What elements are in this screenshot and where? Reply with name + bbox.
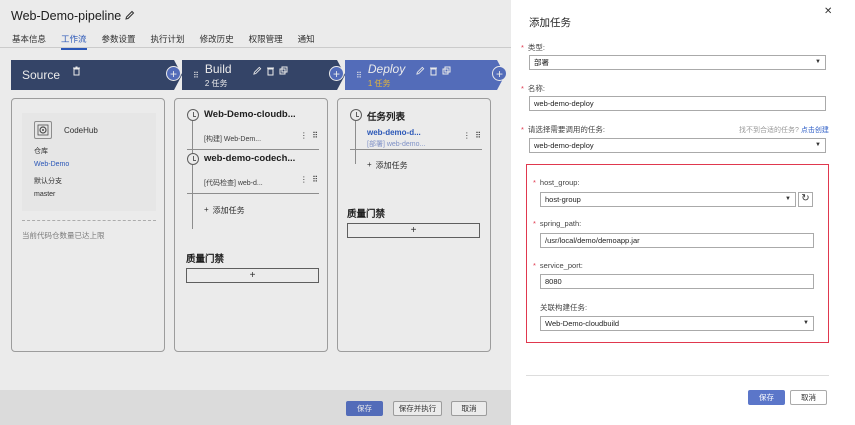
task-name[interactable]: web-demo-codech... bbox=[204, 153, 319, 164]
quality-gate-title-build: 质量门禁 bbox=[186, 254, 225, 265]
branch-label: 默认分支 bbox=[34, 178, 62, 185]
related-build-label: 关联构建任务: bbox=[540, 303, 588, 312]
drag-handle-icon[interactable]: ⠿ bbox=[356, 71, 362, 80]
stage-count-deploy: 1 任务 bbox=[367, 78, 391, 88]
name-label: * 名称: bbox=[521, 84, 546, 93]
save-button[interactable]: 保存 bbox=[346, 401, 383, 416]
bottom-action-bar: 保存 保存并执行 取消 bbox=[0, 390, 511, 425]
repo-value[interactable]: Web-Demo bbox=[34, 161, 69, 168]
task-list-title: 任务列表 bbox=[367, 112, 406, 123]
add-stage-button-1[interactable]: + bbox=[166, 66, 181, 81]
add-task-label: 添加任务 bbox=[375, 161, 408, 170]
chevron-down-icon: ▼ bbox=[803, 320, 809, 326]
chevron-down-icon: ▼ bbox=[815, 142, 821, 148]
drawer-cancel-button[interactable]: 取消 bbox=[790, 390, 827, 405]
plus-icon: + bbox=[204, 205, 209, 214]
add-quality-gate-button-deploy[interactable]: + bbox=[347, 223, 480, 238]
related-build-select[interactable]: Web-Demo-cloudbuild ▼ bbox=[540, 316, 814, 331]
stage-body-source: CodeHub 仓库 Web-Demo 默认分支 master 当前代码仓数量已… bbox=[11, 98, 165, 352]
drawer-save-button[interactable]: 保存 bbox=[748, 390, 785, 405]
clock-icon bbox=[187, 153, 199, 165]
chevron-down-icon: ▼ bbox=[815, 59, 821, 65]
add-task-button-deploy[interactable]: + 添加任务 bbox=[367, 160, 408, 171]
refresh-icon[interactable]: ↻ bbox=[798, 192, 813, 207]
clock-icon bbox=[350, 109, 362, 121]
copy-icon[interactable] bbox=[279, 66, 288, 78]
codehub-icon bbox=[34, 121, 52, 139]
delete-icon[interactable] bbox=[72, 66, 81, 78]
host-group-select[interactable]: host-group ▼ bbox=[540, 192, 796, 207]
deploy-task-subtitle: [部署] web-demo... bbox=[367, 141, 426, 148]
clock-icon bbox=[187, 109, 199, 121]
source-divider bbox=[22, 220, 156, 221]
chevron-down-icon: ▼ bbox=[785, 196, 791, 202]
codehub-card[interactable]: CodeHub 仓库 Web-Demo 默认分支 master bbox=[22, 113, 156, 211]
task-select[interactable]: web-demo-deploy ▼ bbox=[529, 138, 826, 153]
task-divider bbox=[187, 149, 319, 150]
service-port-label: * service_port: bbox=[533, 261, 583, 270]
stage-source-actions bbox=[72, 66, 81, 78]
task-divider bbox=[350, 149, 482, 150]
type-select[interactable]: 部署 ▼ bbox=[529, 55, 826, 70]
task-subtitle: [构建] Web-Dem... bbox=[204, 136, 262, 143]
stage-name-deploy: Deploy bbox=[367, 61, 406, 76]
delete-icon[interactable] bbox=[266, 66, 275, 78]
stage-header-source[interactable]: Source bbox=[11, 60, 174, 90]
stage-count-build: 2 任务 bbox=[204, 78, 228, 88]
task-subtitle: [代码检查] web-d... bbox=[204, 180, 263, 187]
add-stage-button-2[interactable]: + bbox=[329, 66, 344, 81]
service-port-input[interactable]: 8080 bbox=[540, 274, 814, 289]
edit-icon[interactable] bbox=[416, 66, 425, 78]
stage-body-deploy: 任务列表 web-demo-d... [部署] web-demo... ⋮ ⠿ … bbox=[337, 98, 491, 352]
task-divider bbox=[187, 193, 319, 194]
source-limit-note: 当前代码仓数量已达上限 bbox=[22, 231, 105, 240]
add-stage-button-3[interactable]: + bbox=[492, 66, 507, 81]
add-quality-gate-button-build[interactable]: + bbox=[186, 268, 319, 283]
deploy-flow-line bbox=[355, 119, 356, 164]
tab-divider bbox=[0, 47, 511, 48]
stage-name-build: Build bbox=[204, 61, 232, 76]
more-menu-icon[interactable]: ⋮ ⠿ bbox=[300, 131, 319, 140]
task-create-hint: 找不到合适的任务? 点击创建 bbox=[739, 127, 829, 134]
page-title: Web-Demo-pipeline bbox=[11, 9, 122, 23]
branch-value: master bbox=[34, 191, 56, 198]
plus-icon: + bbox=[367, 160, 372, 169]
codehub-name: CodeHub bbox=[64, 126, 98, 135]
edit-icon[interactable] bbox=[253, 66, 262, 78]
drag-handle-icon[interactable]: ⠿ bbox=[193, 71, 199, 80]
pipeline-page: Web-Demo-pipeline 基本信息 工作流 参数设置 执行计划 修改历… bbox=[0, 0, 511, 425]
task-name[interactable]: Web-Demo-cloudb... bbox=[204, 109, 319, 120]
cancel-button[interactable]: 取消 bbox=[451, 401, 487, 416]
type-label: * 类型: bbox=[521, 43, 546, 52]
stage-body-build: Web-Demo-cloudb... [构建] Web-Dem... ⋮ ⠿ w… bbox=[174, 98, 328, 352]
copy-icon[interactable] bbox=[442, 66, 451, 78]
deploy-task-link[interactable]: web-demo-d... bbox=[367, 128, 421, 137]
drawer-title: 添加任务 bbox=[529, 17, 571, 29]
stage-deploy-actions bbox=[416, 66, 451, 78]
drawer-footer-divider bbox=[526, 375, 829, 376]
build-flow-line bbox=[192, 119, 193, 229]
edit-icon[interactable] bbox=[125, 10, 135, 22]
add-task-button-build[interactable]: + 添加任务 bbox=[204, 205, 245, 216]
stage-build-actions bbox=[253, 66, 288, 78]
create-task-link[interactable]: 点击创建 bbox=[801, 127, 829, 134]
more-menu-icon[interactable]: ⋮ ⠿ bbox=[463, 131, 482, 140]
name-input[interactable]: web-demo-deploy bbox=[529, 96, 826, 111]
delete-icon[interactable] bbox=[429, 66, 438, 78]
quality-gate-title-deploy: 质量门禁 bbox=[347, 209, 386, 220]
spring-path-input[interactable]: /usr/local/demo/demoapp.jar bbox=[540, 233, 814, 248]
task-select-label: * 请选择需要调用的任务: bbox=[521, 125, 606, 134]
spring-path-label: * spring_path: bbox=[533, 219, 582, 228]
close-icon[interactable]: ✕ bbox=[824, 6, 832, 17]
host-group-label: * host_group: bbox=[533, 178, 580, 187]
repo-label: 仓库 bbox=[34, 148, 48, 155]
stage-name-source: Source bbox=[22, 68, 61, 82]
save-and-run-button[interactable]: 保存并执行 bbox=[393, 401, 442, 416]
add-task-drawer: 添加任务 ✕ * 类型: 部署 ▼ * 名称: web-demo-deploy * 请选… bbox=[511, 0, 855, 425]
more-menu-icon[interactable]: ⋮ ⠿ bbox=[300, 175, 319, 184]
title-row: Web-Demo-pipeline bbox=[11, 9, 135, 23]
add-task-label: 添加任务 bbox=[212, 206, 245, 215]
